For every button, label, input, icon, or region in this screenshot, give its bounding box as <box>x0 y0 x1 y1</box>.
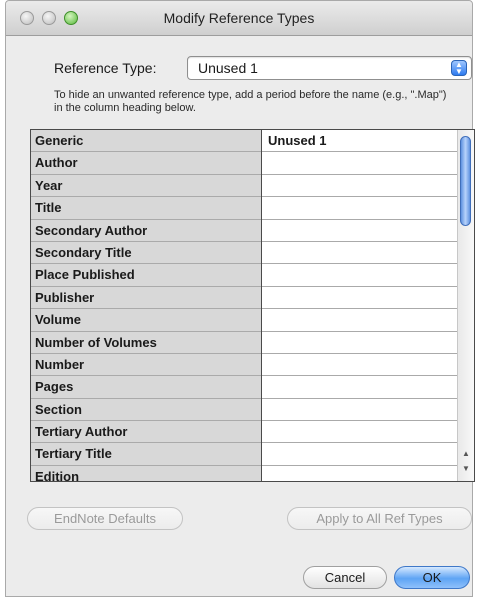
hint-text: To hide an unwanted reference type, add … <box>54 89 447 114</box>
modify-reference-types-dialog: Modify Reference Types Reference Type: U… <box>5 0 475 597</box>
field-value-cell[interactable] <box>262 264 458 287</box>
field-name-column: Generic Author Year Title Secondary Author Se… <box>31 130 262 481</box>
title-bar[interactable]: Modify Reference Types <box>6 1 472 36</box>
field-label: Place Published <box>31 264 261 287</box>
field-label: Title <box>31 197 261 220</box>
field-value-cell[interactable] <box>262 220 458 242</box>
vertical-scrollbar[interactable]: ▲ ▼ <box>457 130 474 481</box>
field-label: Volume <box>31 309 261 332</box>
apply-to-all-ref-types-button[interactable]: Apply to All Ref Types <box>287 507 472 530</box>
field-label: Number <box>31 354 261 377</box>
reference-type-label: Reference Type: <box>54 60 157 76</box>
field-value-cell[interactable] <box>262 376 458 399</box>
field-value-cell[interactable] <box>262 421 458 444</box>
field-value-cell[interactable]: Unused 1 <box>262 130 458 153</box>
field-value-cell[interactable] <box>262 466 458 481</box>
field-value-cell[interactable] <box>262 332 458 354</box>
field-value-cell[interactable] <box>262 399 458 422</box>
field-label: Number of Volumes <box>31 332 261 354</box>
scroll-down-arrow-icon[interactable]: ▼ <box>458 462 474 476</box>
cancel-button[interactable]: Cancel <box>303 566 387 589</box>
field-label: Tertiary Title <box>31 443 261 466</box>
field-value-cell[interactable] <box>262 197 458 220</box>
scroll-up-arrow-icon[interactable]: ▲ <box>458 447 474 461</box>
reference-type-value: Unused 1 <box>198 60 258 76</box>
field-value-cell[interactable] <box>262 242 458 265</box>
scrollbar-thumb[interactable] <box>460 136 471 226</box>
ok-button[interactable]: OK <box>394 566 470 589</box>
field-label: Section <box>31 399 261 422</box>
field-label: Year <box>31 175 261 198</box>
field-label: Secondary Title <box>31 242 261 265</box>
field-value-cell[interactable] <box>262 443 458 466</box>
field-label: Tertiary Author <box>31 421 261 444</box>
field-label: Secondary Author <box>31 220 261 242</box>
field-value-column: Unused 1 <box>262 130 458 481</box>
field-label: Publisher <box>31 287 261 310</box>
endnote-defaults-button[interactable]: EndNote Defaults <box>27 507 183 530</box>
field-value-cell[interactable] <box>262 175 458 198</box>
field-label: Pages <box>31 376 261 399</box>
reference-type-select[interactable]: Unused 1 ▲ ▼ <box>187 56 472 80</box>
window-title: Modify Reference Types <box>163 10 315 26</box>
field-value-cell[interactable] <box>262 152 458 175</box>
field-value-cell[interactable] <box>262 354 458 377</box>
fields-grid: Generic Author Year Title Secondary Author Se… <box>30 129 475 482</box>
field-label: Edition <box>31 466 261 481</box>
field-value-cell[interactable] <box>262 309 458 332</box>
field-label: Author <box>31 152 261 175</box>
field-value-cell[interactable] <box>262 287 458 310</box>
field-label: Generic <box>31 130 261 153</box>
up-down-arrows-icon: ▲ ▼ <box>451 60 467 76</box>
